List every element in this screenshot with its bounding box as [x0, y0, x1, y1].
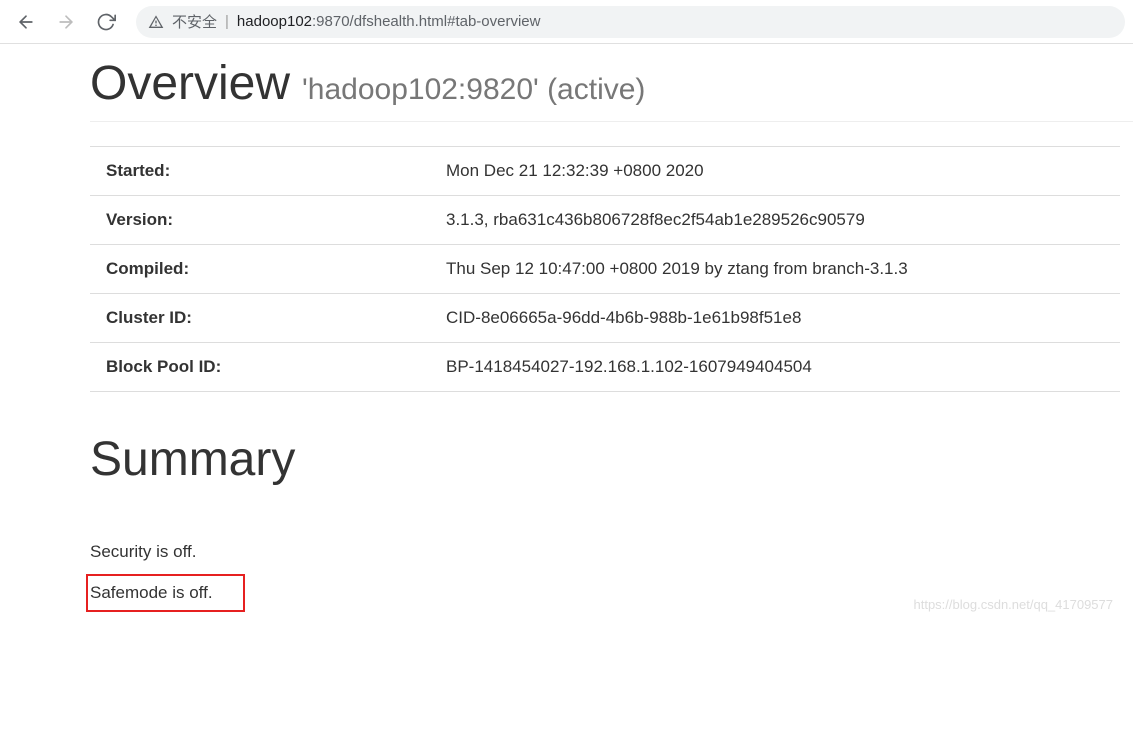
url-text: hadoop102:9870/dfshealth.html#tab-overvi…: [237, 13, 541, 30]
security-status: Security is off.: [90, 537, 1133, 568]
overview-heading: Overview 'hadoop102:9820' (active): [90, 56, 1133, 122]
address-bar[interactable]: 不安全 | hadoop102:9870/dfshealth.html#tab-…: [136, 6, 1125, 38]
browser-toolbar: 不安全 | hadoop102:9870/dfshealth.html#tab-…: [0, 0, 1133, 44]
table-row: Started: Mon Dec 21 12:32:39 +0800 2020: [90, 147, 1120, 196]
overview-title-main: Overview: [90, 56, 290, 111]
page-content: Overview 'hadoop102:9820' (active) Start…: [0, 44, 1133, 618]
overview-info-table: Started: Mon Dec 21 12:32:39 +0800 2020 …: [90, 146, 1120, 392]
url-host: hadoop102: [237, 13, 312, 30]
table-row: Version: 3.1.3, rba631c436b806728f8ec2f5…: [90, 196, 1120, 245]
row-label: Block Pool ID:: [90, 343, 430, 392]
arrow-right-icon: [56, 12, 76, 32]
not-secure-label: 不安全: [172, 11, 217, 32]
row-label: Compiled:: [90, 245, 430, 294]
row-value: Thu Sep 12 10:47:00 +0800 2019 by ztang …: [430, 245, 1120, 294]
reload-button[interactable]: [88, 4, 124, 40]
summary-heading: Summary: [90, 432, 1133, 497]
safemode-status: Safemode is off.: [86, 574, 245, 613]
arrow-left-icon: [16, 12, 36, 32]
row-value: CID-8e06665a-96dd-4b6b-988b-1e61b98f51e8: [430, 294, 1120, 343]
row-label: Cluster ID:: [90, 294, 430, 343]
table-row: Cluster ID: CID-8e06665a-96dd-4b6b-988b-…: [90, 294, 1120, 343]
url-path: :9870/dfshealth.html#tab-overview: [312, 13, 540, 30]
not-secure-icon: [148, 14, 164, 30]
row-label: Version:: [90, 196, 430, 245]
overview-title-sub: 'hadoop102:9820' (active): [302, 73, 645, 107]
address-divider: |: [225, 13, 229, 30]
row-label: Started:: [90, 147, 430, 196]
reload-icon: [96, 12, 116, 32]
table-row: Block Pool ID: BP-1418454027-192.168.1.1…: [90, 343, 1120, 392]
table-row: Compiled: Thu Sep 12 10:47:00 +0800 2019…: [90, 245, 1120, 294]
forward-button[interactable]: [48, 4, 84, 40]
row-value: Mon Dec 21 12:32:39 +0800 2020: [430, 147, 1120, 196]
watermark-text: https://blog.csdn.net/qq_41709577: [914, 597, 1114, 612]
back-button[interactable]: [8, 4, 44, 40]
row-value: BP-1418454027-192.168.1.102-160794940450…: [430, 343, 1120, 392]
row-value: 3.1.3, rba631c436b806728f8ec2f54ab1e2895…: [430, 196, 1120, 245]
